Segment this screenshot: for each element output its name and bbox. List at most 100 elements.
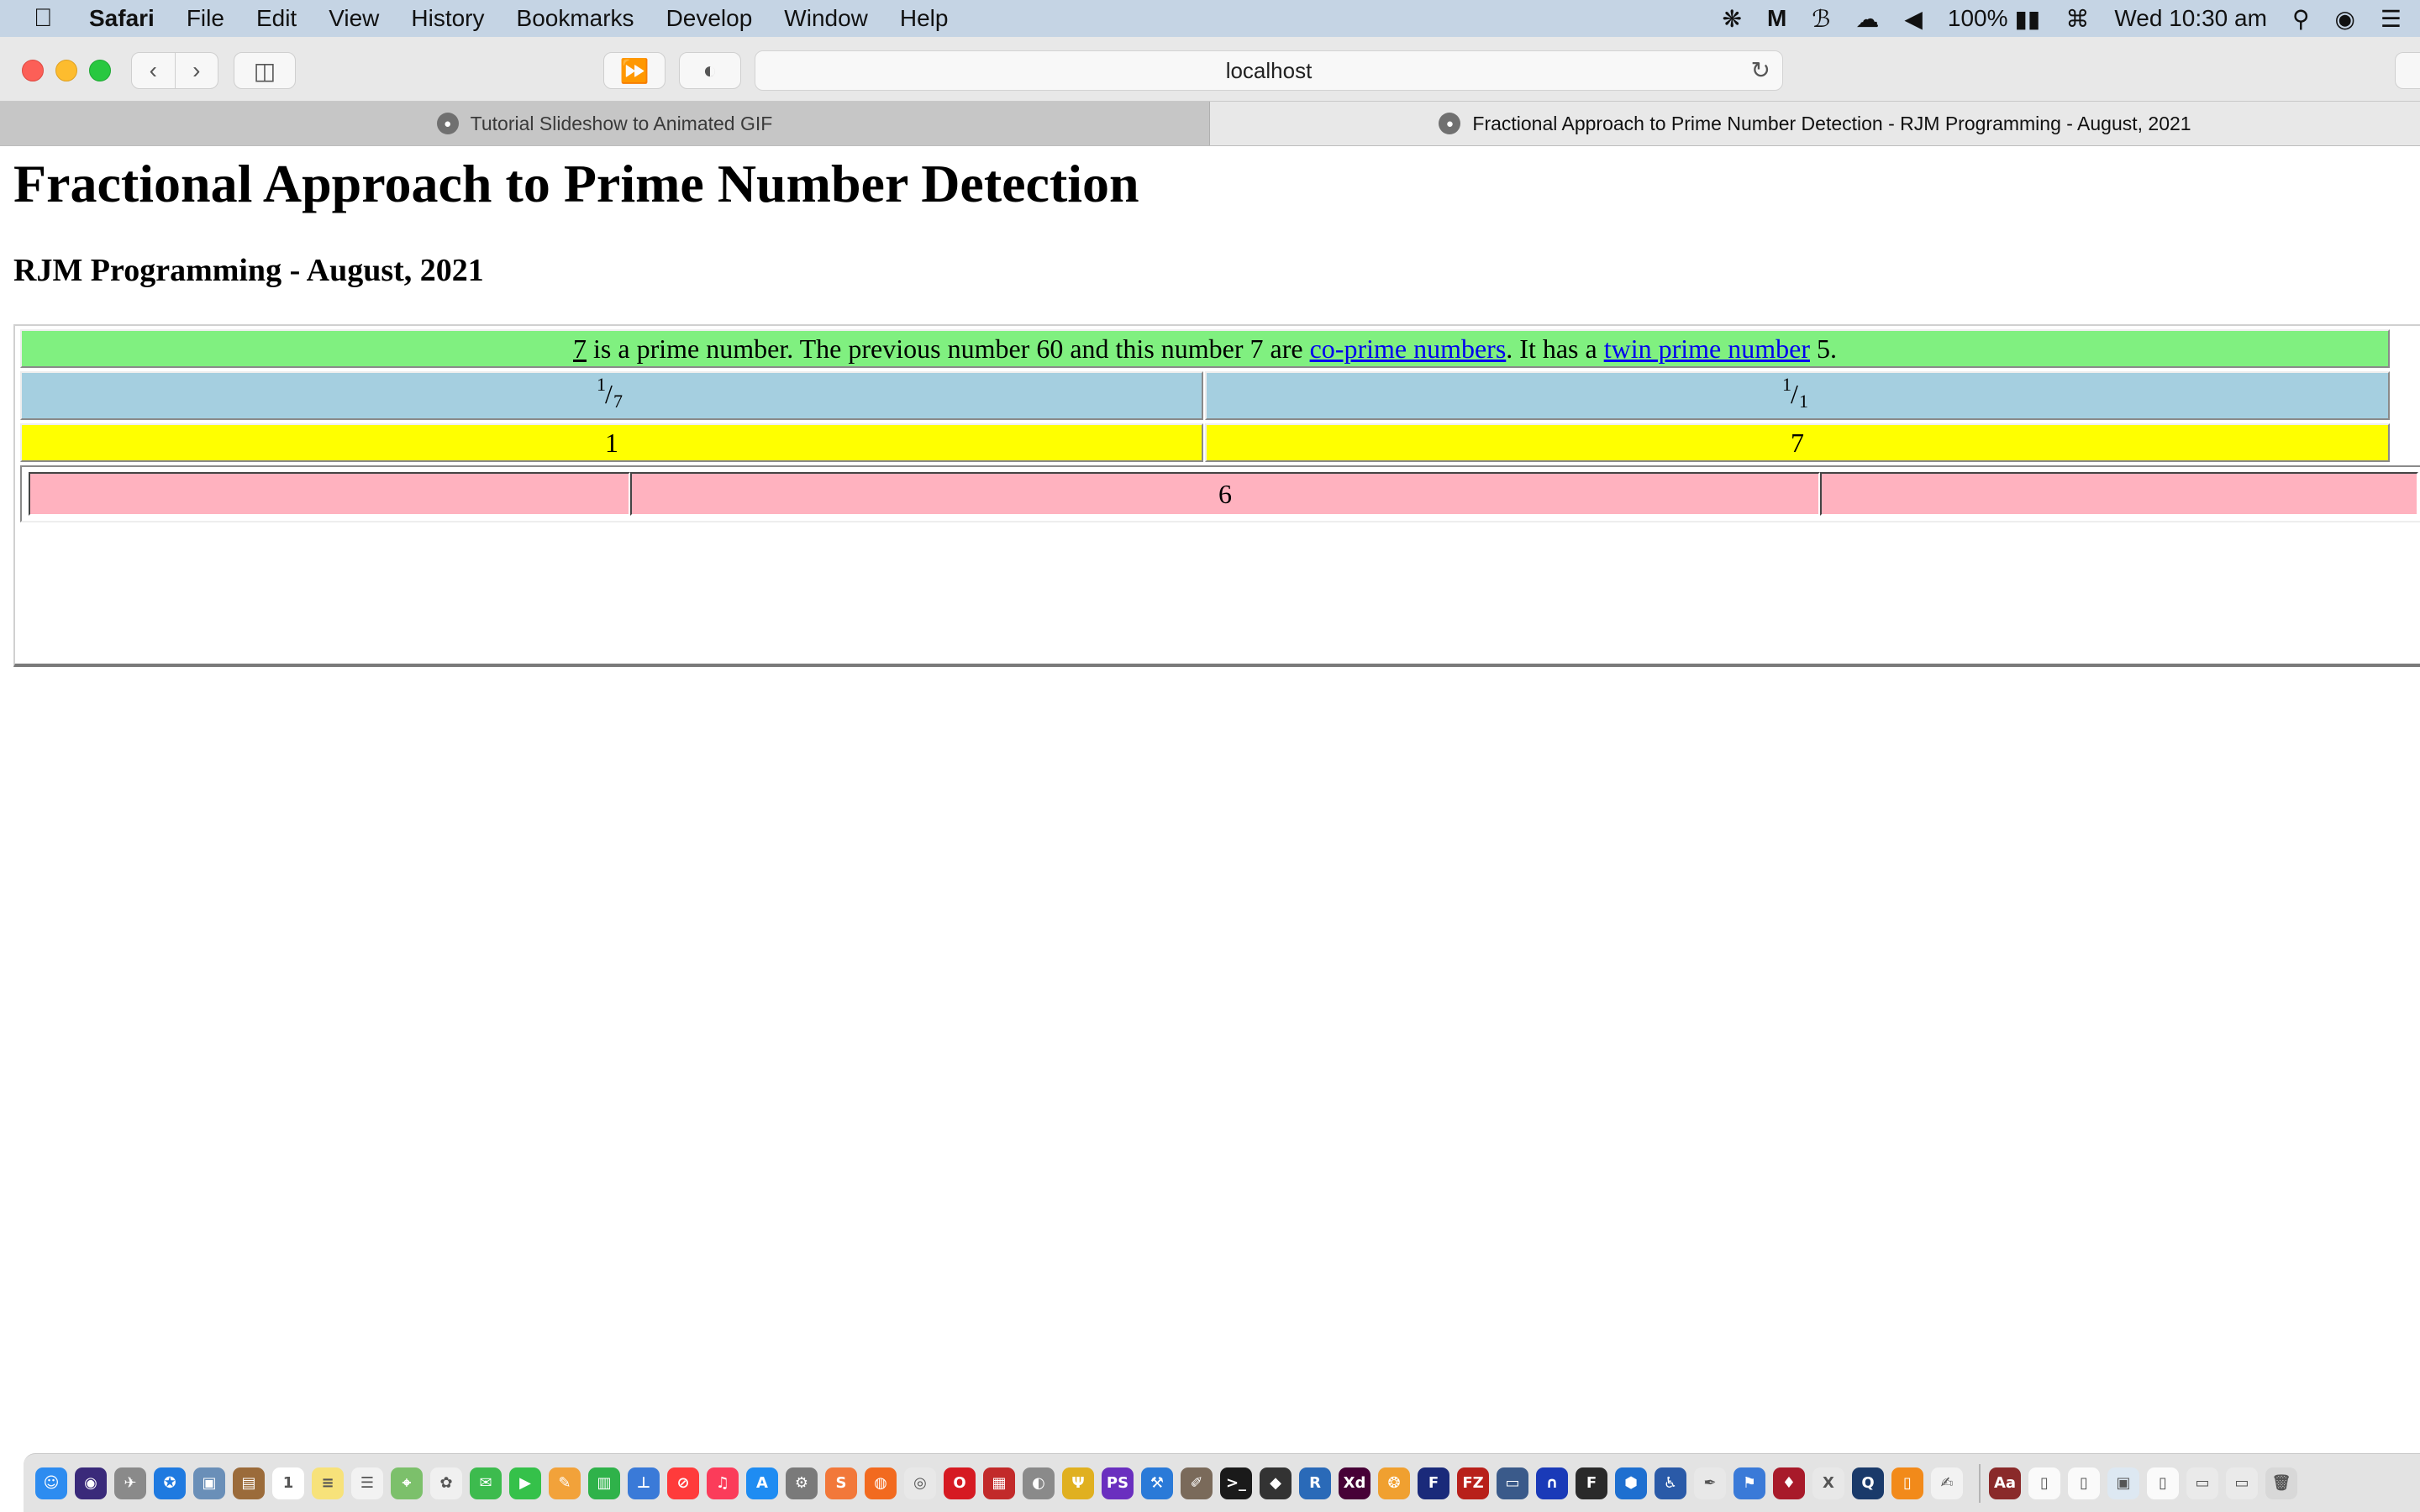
reminders-icon[interactable]: ☰ (351, 1467, 383, 1499)
sidebar-icon: ◫ (253, 57, 276, 84)
trash-icon[interactable]: 🗑 (2265, 1467, 2297, 1499)
pages-icon[interactable]: ✎ (549, 1467, 581, 1499)
preview-icon[interactable]: ▣ (193, 1467, 225, 1499)
notebook-icon[interactable]: ▤ (233, 1467, 265, 1499)
chrome-icon[interactable]: ◎ (904, 1467, 936, 1499)
messages-icon[interactable]: ✉ (470, 1467, 502, 1499)
calendar-icon[interactable]: 1 (272, 1467, 304, 1499)
x11-icon[interactable]: X (1812, 1467, 1844, 1499)
filezilla-icon[interactable]: FZ (1457, 1467, 1489, 1499)
document-icon-2[interactable]: ▯ (2068, 1467, 2100, 1499)
input-source-icon[interactable]: ⌘ (2065, 5, 2089, 33)
screenshot-file-icon-2[interactable]: ▭ (2226, 1467, 2258, 1499)
menu-history[interactable]: History (411, 5, 484, 32)
blender-icon[interactable]: ❂ (1378, 1467, 1410, 1499)
siri-icon[interactable]: ◉ (75, 1467, 107, 1499)
script-editor-icon[interactable]: ✒ (1694, 1467, 1726, 1499)
twin-prime-link[interactable]: twin prime number (1604, 333, 1810, 365)
adobe-xd-icon[interactable]: Xd (1339, 1467, 1370, 1499)
privacy-report-button[interactable]: ◐ (679, 52, 741, 89)
document-icon-1[interactable]: ▯ (2028, 1467, 2060, 1499)
document-icon-3[interactable]: ▯ (2147, 1467, 2179, 1499)
fullscreen-window-button[interactable] (89, 60, 111, 81)
menu-bookmarks[interactable]: Bookmarks (517, 5, 634, 32)
xcode-icon[interactable]: ⚒ (1141, 1467, 1173, 1499)
dictionary-icon[interactable]: Aa (1989, 1467, 2021, 1499)
keynote-icon[interactable]: ⊥ (628, 1467, 660, 1499)
fraction-slash: / (605, 379, 613, 409)
wine-icon[interactable]: ♦ (1773, 1467, 1805, 1499)
back-button[interactable]: ‹ (132, 57, 175, 84)
menu-file[interactable]: File (187, 5, 224, 32)
coprime-link[interactable]: co-prime numbers (1310, 333, 1507, 365)
sidebar-toggle-button[interactable]: ◫ (234, 52, 296, 89)
bluetooth-icon[interactable]: ℬ (1812, 5, 1830, 33)
menu-help[interactable]: Help (900, 5, 949, 32)
siri-menu-icon[interactable]: ◉ (2334, 5, 2354, 33)
clock[interactable]: Wed 10:30 am (2114, 5, 2267, 32)
virtualbox-icon[interactable]: ⬢ (1615, 1467, 1647, 1499)
apple-menu-icon[interactable]:  (34, 4, 59, 33)
facetime-icon[interactable]: ▶ (509, 1467, 541, 1499)
summary-row: 7 is a prime number. The previous number… (20, 329, 2390, 368)
web-page: Fractional Approach to Prime Number Dete… (0, 146, 2420, 1448)
volume-icon[interactable]: ◀ (1904, 5, 1923, 33)
sequel-pro-icon[interactable]: ◐ (1023, 1467, 1055, 1499)
xcode-instruments-icon[interactable]: ⚑ (1733, 1467, 1765, 1499)
notification-center-icon[interactable]: ☰ (2381, 5, 2402, 33)
fontforge-icon[interactable]: F (1576, 1467, 1607, 1499)
app-status-icon[interactable]: ❋ (1723, 5, 1742, 33)
gimp-icon[interactable]: ✐ (1181, 1467, 1213, 1499)
r-icon[interactable]: R (1299, 1467, 1331, 1499)
sublime-icon[interactable]: S (825, 1467, 857, 1499)
address-text: localhost (1225, 57, 1313, 83)
menu-edit[interactable]: Edit (256, 5, 297, 32)
close-window-button[interactable] (22, 60, 44, 81)
quicktime-icon[interactable]: Q (1852, 1467, 1884, 1499)
tab-fractional-approach[interactable]: ● Fractional Approach to Prime Number De… (1210, 102, 2420, 145)
share-button[interactable] (2395, 52, 2420, 89)
address-bar[interactable]: localhost ↻ (755, 50, 1783, 91)
finder-icon[interactable]: ☺ (35, 1467, 67, 1499)
system-preferences-icon[interactable]: ⚙ (786, 1467, 818, 1499)
textedit-icon[interactable]: ✍ (1931, 1467, 1963, 1499)
menu-bar:  Safari File Edit View History Bookmark… (0, 0, 2420, 37)
opera-icon[interactable]: O (944, 1467, 976, 1499)
cloud-sync-icon[interactable]: ☁ (1855, 5, 1879, 33)
filezilla-server-icon[interactable]: Ψ (1062, 1467, 1094, 1499)
malwarebytes-icon[interactable]: M (1767, 5, 1786, 32)
reload-icon[interactable]: ↻ (1751, 56, 1770, 84)
books-icon[interactable]: ▯ (1891, 1467, 1923, 1499)
phpstorm-icon[interactable]: PS (1102, 1467, 1134, 1499)
monitor-icon[interactable]: ▭ (1497, 1467, 1528, 1499)
dock-separator (1979, 1463, 1981, 1503)
numbers-icon[interactable]: ▥ (588, 1467, 620, 1499)
image-file-icon[interactable]: ▣ (2107, 1467, 2139, 1499)
maps-icon[interactable]: ⌖ (391, 1467, 423, 1499)
minimize-window-button[interactable] (55, 60, 77, 81)
app-store-icon[interactable]: A (746, 1467, 778, 1499)
screenshot-file-icon[interactable]: ▭ (2186, 1467, 2218, 1499)
inkscape-icon[interactable]: ◆ (1260, 1467, 1292, 1499)
notes-icon[interactable]: ≡ (312, 1467, 344, 1499)
spotlight-search-icon[interactable]: ⚲ (2292, 5, 2310, 33)
tab-tutorial-slideshow[interactable]: ● Tutorial Slideshow to Animated GIF (0, 102, 1210, 145)
news-icon[interactable]: ⊘ (667, 1467, 699, 1499)
photos-icon[interactable]: ✿ (430, 1467, 462, 1499)
photo-booth-icon[interactable]: ▦ (983, 1467, 1015, 1499)
extension-button[interactable]: ⏩ (603, 52, 666, 89)
menu-window[interactable]: Window (784, 5, 868, 32)
firefox-icon[interactable]: ◍ (865, 1467, 897, 1499)
battery-icon[interactable]: ▮▮ (2015, 5, 2041, 33)
music-icon[interactable]: ♫ (707, 1467, 739, 1499)
accessibility-icon[interactable]: ♿ (1655, 1467, 1686, 1499)
launchpad-icon[interactable]: ✈ (114, 1467, 146, 1499)
terminal-icon[interactable]: >_ (1220, 1467, 1252, 1499)
flashcard-icon[interactable]: F (1418, 1467, 1449, 1499)
headphones-icon[interactable]: ∩ (1536, 1467, 1568, 1499)
menu-app-name[interactable]: Safari (89, 5, 155, 32)
menu-develop[interactable]: Develop (666, 5, 753, 32)
forward-button[interactable]: › (175, 57, 218, 84)
menu-view[interactable]: View (329, 5, 379, 32)
safari-icon[interactable]: ✪ (154, 1467, 186, 1499)
